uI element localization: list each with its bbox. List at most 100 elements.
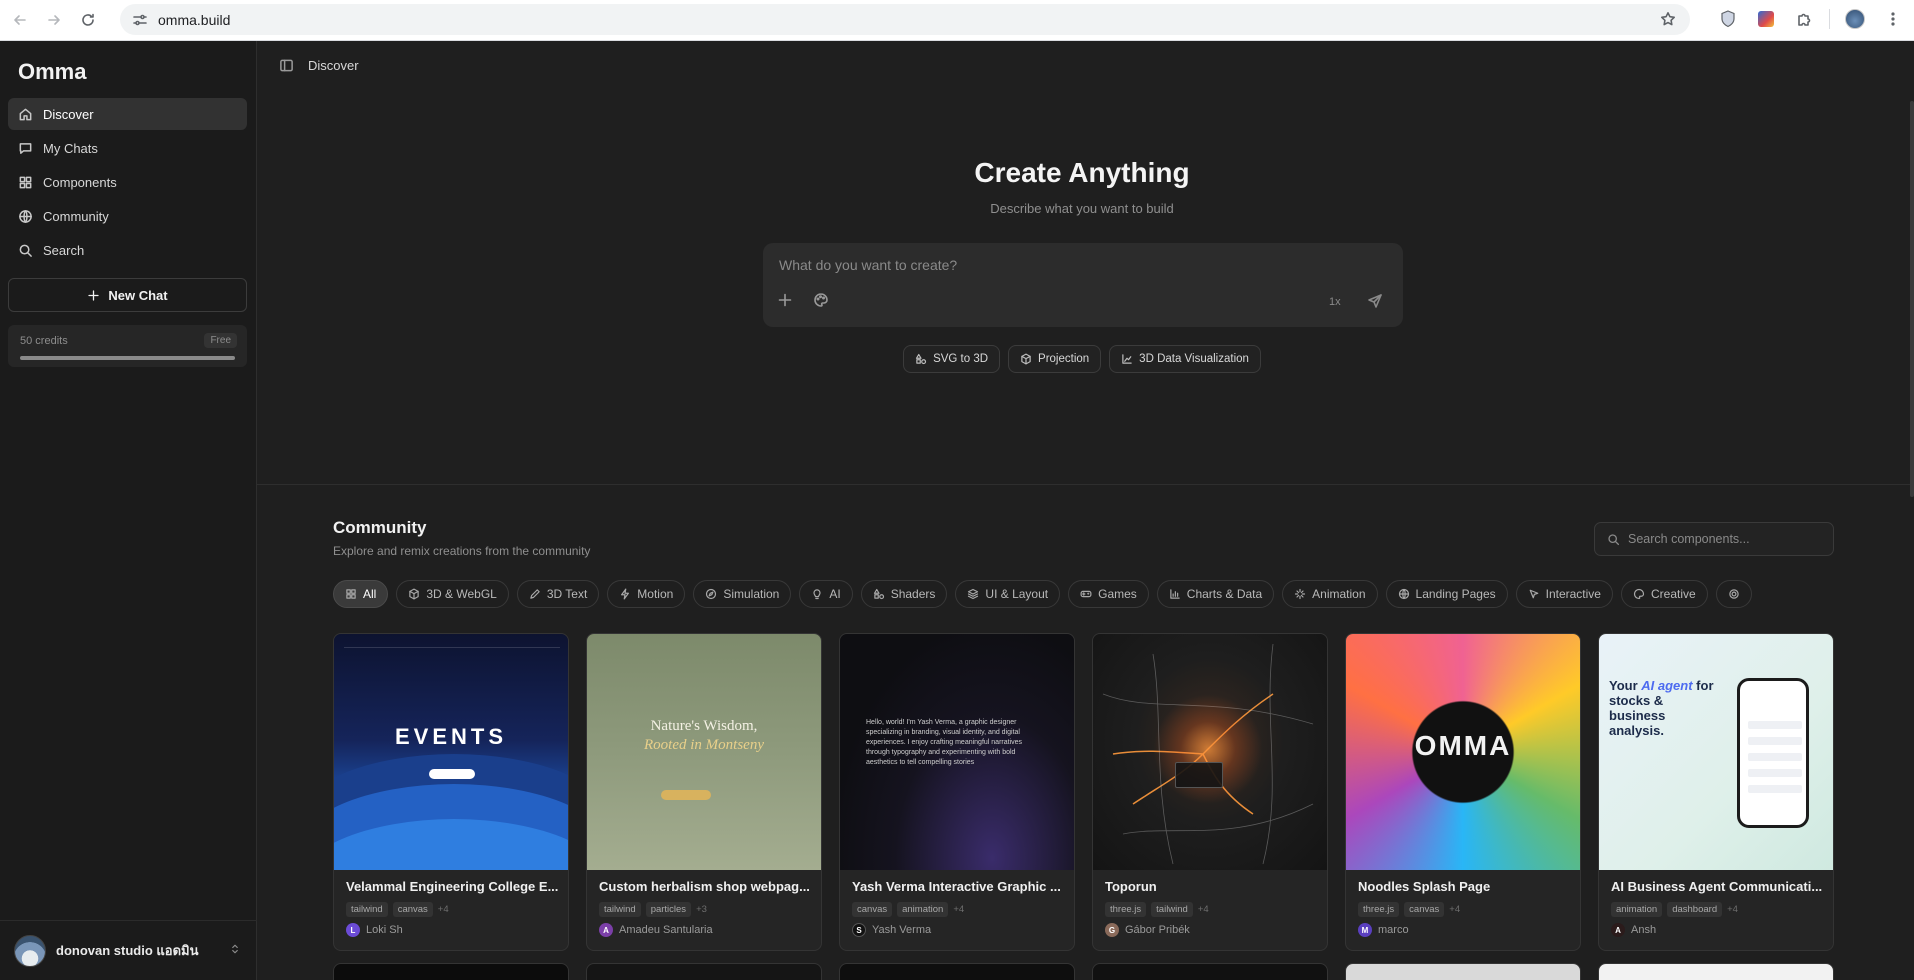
- brand-logo[interactable]: Omma: [18, 59, 86, 85]
- home-icon: [19, 108, 32, 120]
- community-card[interactable]: [839, 963, 1075, 980]
- category-ai[interactable]: AI: [799, 580, 853, 608]
- extension-shield-icon[interactable]: [1715, 6, 1741, 32]
- prompt-tools: [777, 292, 829, 308]
- card-thumbnail[interactable]: [1093, 634, 1327, 870]
- community-card[interactable]: OMMA Noodles Splash Page three.js canvas…: [1345, 633, 1581, 951]
- sidebar-toggle-icon[interactable]: [279, 58, 294, 73]
- suggestion-label: 3D Data Visualization: [1139, 353, 1249, 365]
- suggestion-3d-data-visualization[interactable]: 3D Data Visualization: [1109, 345, 1261, 373]
- extensions-area: [1715, 6, 1906, 32]
- palette-icon[interactable]: [813, 292, 829, 308]
- card-thumbnail[interactable]: Your AI agent for stocks & business anal…: [1599, 634, 1833, 870]
- community-grid-next-row: [333, 963, 1834, 980]
- category-label: 3D & WebGL: [426, 587, 497, 601]
- address-bar[interactable]: omma.build: [120, 4, 1690, 35]
- category-3d-webgl[interactable]: 3D & WebGL: [396, 580, 509, 608]
- component-search: [1594, 522, 1834, 556]
- category-interactive[interactable]: Interactive: [1515, 580, 1613, 608]
- category-creative[interactable]: Creative: [1620, 580, 1708, 608]
- sidebar-item-components[interactable]: Components: [8, 166, 247, 198]
- url-text[interactable]: omma.build: [158, 12, 230, 28]
- component-search-input[interactable]: [1628, 532, 1828, 546]
- site-settings-icon[interactable]: [132, 12, 148, 28]
- community-card[interactable]: EVENTS Velammal Engineering College E...…: [333, 633, 569, 951]
- community-card[interactable]: [333, 963, 569, 980]
- plus-icon[interactable]: [777, 292, 793, 308]
- sidebar-item-search[interactable]: Search: [8, 234, 247, 266]
- card-tags: canvas animation +4: [852, 902, 964, 917]
- profile-avatar[interactable]: [1842, 6, 1868, 32]
- community-card[interactable]: Toporun three.js tailwind +4 G Gábor Pri…: [1092, 633, 1328, 951]
- sidebar-item-community[interactable]: Community: [8, 200, 247, 232]
- category-label: Animation: [1312, 587, 1366, 601]
- category-landing-pages[interactable]: Landing Pages: [1385, 580, 1508, 608]
- card-thumbnail[interactable]: Nature's Wisdom, Rooted in Montseny: [587, 634, 821, 870]
- card-title: Custom herbalism shop webpag...: [599, 879, 810, 894]
- forward-icon[interactable]: [40, 6, 68, 34]
- card-title: AI Business Agent Communicati...: [1611, 879, 1823, 894]
- community-card[interactable]: Your AI agent for stocks & business anal…: [1598, 633, 1834, 951]
- new-chat-button[interactable]: New Chat: [8, 278, 247, 312]
- category-more[interactable]: [1715, 580, 1752, 608]
- kebab-menu-icon[interactable]: [1880, 6, 1906, 32]
- bar-chart-icon: [1170, 589, 1180, 599]
- extensions-puzzle-icon[interactable]: [1791, 6, 1817, 32]
- bookmark-star-icon[interactable]: [1660, 11, 1676, 27]
- category-motion[interactable]: Motion: [607, 580, 686, 608]
- reload-icon[interactable]: [74, 6, 102, 34]
- grid-icon: [346, 589, 356, 599]
- community-card[interactable]: Nature's Wisdom, Rooted in Montseny Cust…: [586, 633, 822, 951]
- phone-mockup: [1737, 678, 1809, 828]
- shapes-icon: [873, 588, 884, 600]
- category-charts-data[interactable]: Charts & Data: [1156, 580, 1275, 608]
- card-author[interactable]: L Loki Sh: [346, 923, 403, 937]
- credits-progress-bar: [20, 356, 235, 360]
- sidebar-item-my-chats[interactable]: My Chats: [8, 132, 247, 164]
- category-ui-layout[interactable]: UI & Layout: [955, 580, 1061, 608]
- scrollbar[interactable]: [1910, 101, 1914, 497]
- community-card[interactable]: [586, 963, 822, 980]
- card-thumbnail[interactable]: Hello, world! I'm Yash Verma, a graphic …: [840, 634, 1074, 870]
- community-card[interactable]: [1092, 963, 1328, 980]
- community-card[interactable]: Hello, world! I'm Yash Verma, a graphic …: [839, 633, 1075, 951]
- sparkle-icon: [1295, 588, 1306, 600]
- suggestion-projection[interactable]: Projection: [1008, 345, 1102, 373]
- back-icon[interactable]: [6, 6, 34, 34]
- user-menu[interactable]: donovan studio แอดมิน: [0, 920, 257, 980]
- category-games[interactable]: Games: [1068, 580, 1149, 608]
- credits-card[interactable]: 50 credits Free: [8, 325, 247, 367]
- suggestion-svg-to-3d[interactable]: SVG to 3D: [903, 345, 1001, 373]
- palette-icon: [1633, 588, 1645, 600]
- card-author[interactable]: A Ansh: [1611, 923, 1656, 937]
- section-divider: [257, 484, 1914, 485]
- category-simulation[interactable]: Simulation: [693, 580, 792, 608]
- author-name: marco: [1378, 924, 1409, 936]
- suggestion-label: Projection: [1038, 353, 1090, 365]
- card-thumbnail[interactable]: EVENTS: [334, 634, 568, 870]
- suggestion-label: SVG to 3D: [933, 353, 989, 365]
- card-author[interactable]: G Gábor Pribék: [1105, 923, 1190, 937]
- breadcrumb: Discover: [308, 57, 359, 73]
- extension-badge-icon[interactable]: [1753, 6, 1779, 32]
- multiplier-toggle[interactable]: 1x: [1329, 296, 1341, 308]
- community-card[interactable]: [1345, 963, 1581, 980]
- card-author[interactable]: A Amadeu Santularia: [599, 923, 713, 937]
- community-card[interactable]: [1598, 963, 1834, 980]
- sidebar-item-discover[interactable]: Discover: [8, 98, 247, 130]
- community-title: Community: [333, 518, 427, 537]
- card-thumbnail[interactable]: OMMA: [1346, 634, 1580, 870]
- tag-more-count: +4: [437, 904, 449, 915]
- plus-icon: [88, 289, 99, 301]
- page-title: Create Anything: [974, 157, 1190, 188]
- send-icon[interactable]: [1367, 293, 1383, 309]
- prompt-input[interactable]: [779, 253, 1379, 277]
- category-all[interactable]: All: [333, 580, 389, 608]
- card-author[interactable]: M marco: [1358, 923, 1409, 937]
- compass-icon: [706, 588, 717, 600]
- category-3d-text[interactable]: 3D Text: [516, 580, 600, 608]
- sidebar: Omma Discover My Chats Components Commun…: [0, 41, 257, 980]
- card-author[interactable]: S Yash Verma: [852, 923, 931, 937]
- category-animation[interactable]: Animation: [1282, 580, 1378, 608]
- category-shaders[interactable]: Shaders: [860, 580, 948, 608]
